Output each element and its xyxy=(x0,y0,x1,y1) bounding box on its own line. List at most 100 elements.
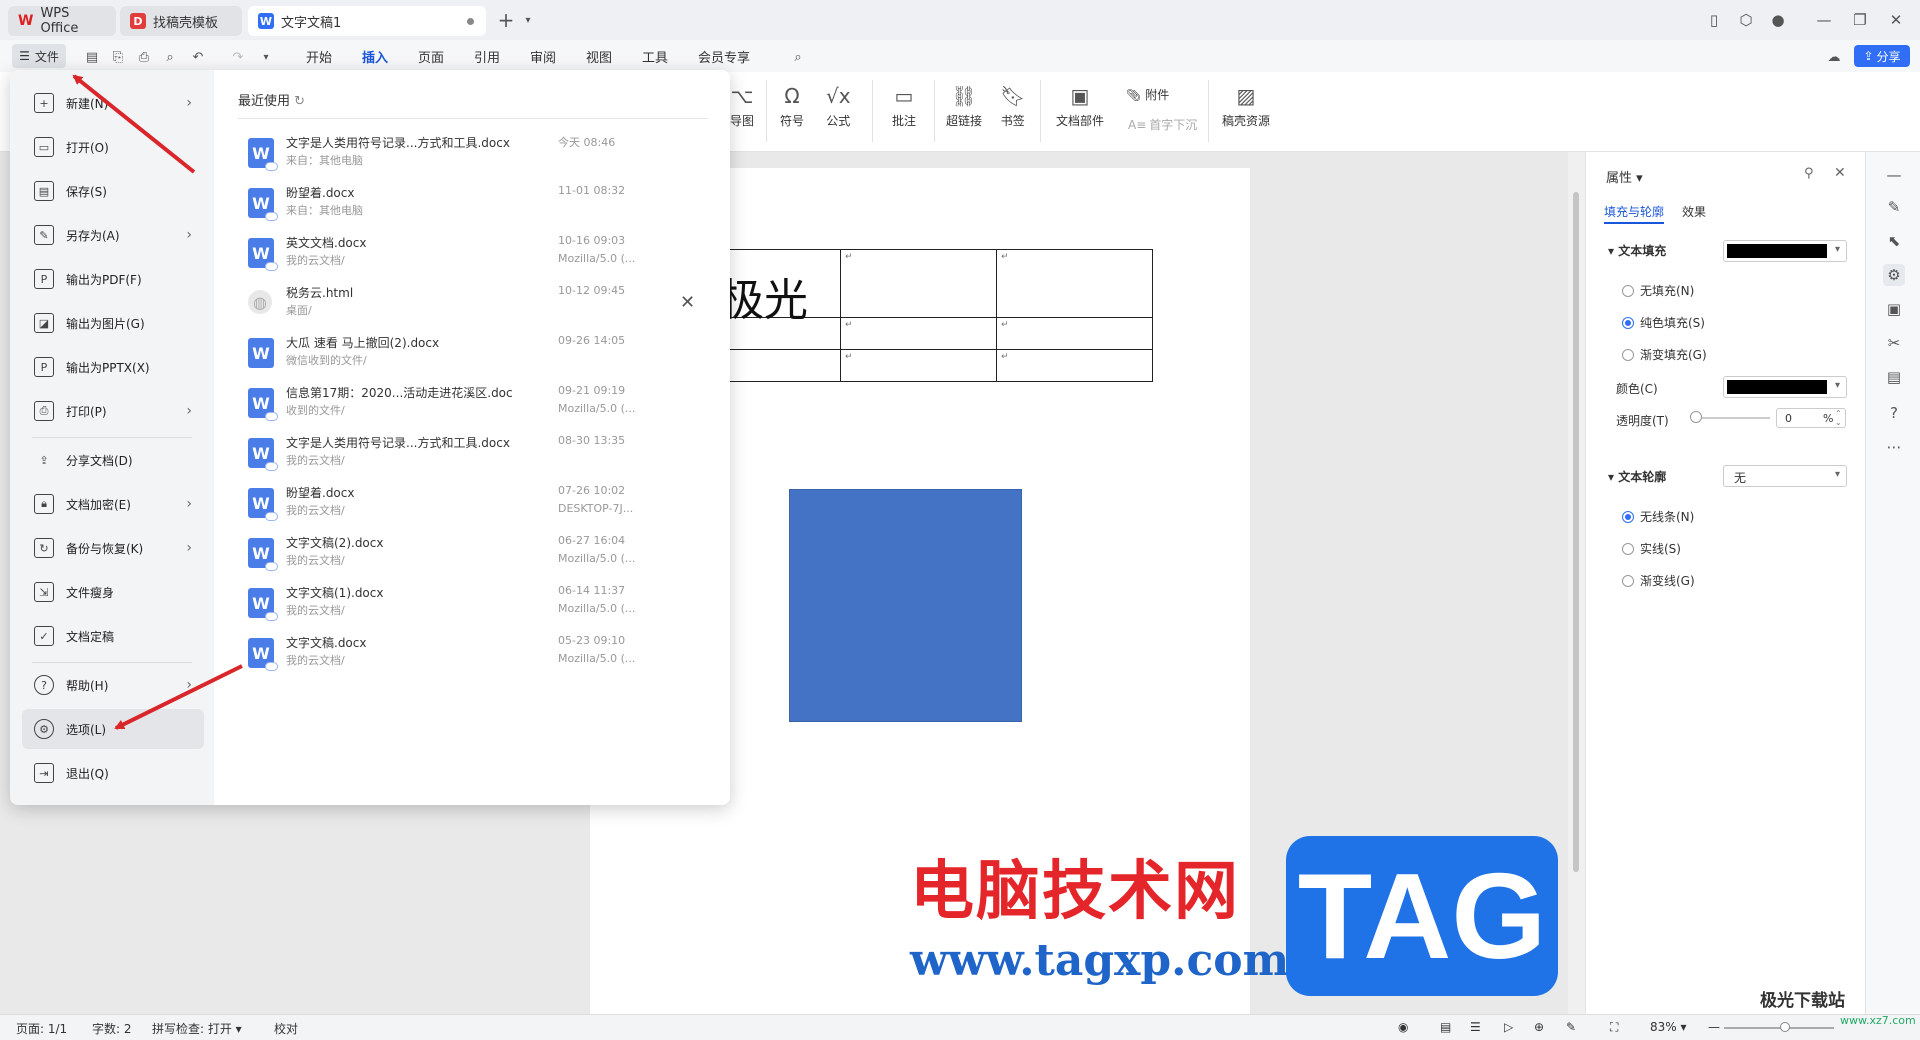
tools-icon[interactable]: ✂ xyxy=(1883,332,1905,354)
tab-home[interactable]: 开始 xyxy=(306,47,332,66)
stepper-icon[interactable]: ⌃ ⌄ xyxy=(1835,409,1842,427)
pen-icon[interactable]: ✎ xyxy=(1883,196,1905,218)
menu-item-new[interactable]: + 新建(N) › xyxy=(22,83,204,123)
dropcap-button[interactable]: A≡ 首字下沉 xyxy=(1128,116,1197,133)
pin-icon[interactable]: ⚲ xyxy=(1804,166,1814,181)
menu-item-backup[interactable]: ↻ 备份与恢复(K) › xyxy=(22,528,204,568)
menu-item-print[interactable]: ⎙ 打印(P) › xyxy=(22,391,204,431)
more-chevron-icon[interactable]: ▾ xyxy=(258,49,274,65)
zoom-level[interactable]: 83% ▾ xyxy=(1650,1020,1687,1034)
bookmark-button[interactable]: 🔖︎ 书签 xyxy=(1000,84,1025,129)
doc-parts-button[interactable]: ▣ 文档部件 xyxy=(1056,84,1104,129)
undo-icon[interactable]: ↶ xyxy=(190,49,206,65)
menu-item-encrypt[interactable]: 🔒︎ 文档加密(E) › xyxy=(22,484,204,524)
menu-item-save[interactable]: ▤ 保存(S) xyxy=(22,171,204,211)
fill-color-select[interactable]: ▾ xyxy=(1723,240,1847,262)
recent-file-item[interactable]: W 大瓜 速看 马上撤回(2).docx 微信收到的文件/09-26 14:05 xyxy=(248,334,668,384)
tab-insert[interactable]: 插入 xyxy=(362,47,388,72)
recent-file-item[interactable]: W 文字文稿.docx 我的云文档/05-23 09:10 Mozilla/5.0 (… xyxy=(248,634,668,684)
tab-fill-outline[interactable]: 填充与轮廓 xyxy=(1604,203,1665,224)
tab-membership[interactable]: 会员专享 xyxy=(698,47,750,66)
outline-view-icon[interactable]: ☰ xyxy=(1470,1020,1481,1034)
document-text[interactable]: 极光 xyxy=(720,264,808,328)
radio-gradient-line[interactable]: 渐变线(G) xyxy=(1622,572,1695,589)
transparency-input[interactable]: 0 % ⌃ ⌄ xyxy=(1776,408,1846,428)
menu-item-export-pdf[interactable]: P 输出为PDF(F) xyxy=(22,259,204,299)
word-count[interactable]: 字数: 2 xyxy=(92,1020,132,1037)
blue-rectangle-shape[interactable] xyxy=(789,489,1022,722)
menu-item-save-as[interactable]: ✎ 另存为(A) › xyxy=(22,215,204,255)
symbol-button[interactable]: Ω 符号 xyxy=(780,84,804,129)
zoom-slider-knob[interactable] xyxy=(1780,1022,1790,1032)
search-icon[interactable]: ⌕ xyxy=(790,49,806,65)
tab-review[interactable]: 审阅 xyxy=(530,47,556,66)
zoom-slider[interactable] xyxy=(1724,1027,1834,1029)
properties-icon[interactable]: ⚙ xyxy=(1883,264,1905,286)
tab-tools[interactable]: 工具 xyxy=(642,47,668,66)
comment-button[interactable]: ▭ 批注 xyxy=(892,84,916,129)
tab-effects[interactable]: 效果 xyxy=(1682,203,1706,220)
radio-no-line[interactable]: 无线条(N) xyxy=(1622,508,1694,525)
table-cell[interactable]: ↵ xyxy=(996,317,1153,350)
menu-item-export-image[interactable]: ◪ 输出为图片(G) xyxy=(22,303,204,343)
save-icon[interactable]: ▤ xyxy=(84,49,100,65)
menu-item-open[interactable]: ▭ 打开(O) xyxy=(22,127,204,167)
book-icon[interactable]: ▤ xyxy=(1883,366,1905,388)
redo-icon[interactable]: ↷ xyxy=(230,49,246,65)
minimize-icon[interactable]: — xyxy=(1814,10,1834,30)
collapse-icon[interactable]: — xyxy=(1883,164,1905,186)
recent-file-item[interactable]: W 信息第17期：2020...活动走进花溪区.doc 收到的文件/09-21 09… xyxy=(248,384,668,434)
vertical-scrollbar[interactable] xyxy=(1568,152,1585,1014)
recent-file-item[interactable]: W 文字是人类用符号记录...方式和工具.docx 我的云文档/08-30 13:3… xyxy=(248,434,668,484)
spell-check[interactable]: 拼写检查: 打开 ▾ xyxy=(152,1020,242,1037)
text-outline-section[interactable]: ▾ 文本轮廓 xyxy=(1608,468,1666,485)
play-icon[interactable]: ▷ xyxy=(1504,1020,1513,1034)
more-icon[interactable]: ⋯ xyxy=(1883,436,1905,458)
menu-item-finalize[interactable]: ✓ 文档定稿 xyxy=(22,616,204,656)
menu-item-help[interactable]: ? 帮助(H) › xyxy=(22,665,204,705)
menu-item-options[interactable]: ⚙ 选项(L) xyxy=(22,709,204,749)
scrollbar-thumb[interactable] xyxy=(1573,192,1579,872)
recent-file-item[interactable]: ◍ 税务云.html 桌面/10-12 09:45 xyxy=(248,284,668,334)
new-tab-icon[interactable]: + xyxy=(496,8,516,32)
table-cell[interactable]: ↵ xyxy=(996,349,1153,382)
table-cell[interactable]: ↵ xyxy=(840,317,997,350)
avatar[interactable]: ● xyxy=(1768,10,1788,30)
page-view-icon[interactable]: ▤ xyxy=(1440,1020,1451,1034)
recent-file-item[interactable]: W 盼望着.docx 来自：其他电脑 11-01 08:32 xyxy=(248,184,668,234)
table-cell[interactable]: ↵ xyxy=(996,249,1153,318)
hyperlink-button[interactable]: ⛓ 超链接 xyxy=(946,84,982,129)
restore-icon[interactable]: ❐ xyxy=(1850,10,1870,30)
image-edit-icon[interactable]: ▣ xyxy=(1883,298,1905,320)
recent-file-item[interactable]: W 文字文稿(2).docx 我的云文档/06-27 16:04 Mozilla/5.… xyxy=(248,534,668,584)
recent-file-item[interactable]: W 盼望着.docx 我的云文档/07-26 10:02 DESKTOP-7J... xyxy=(248,484,668,534)
pen-mode-icon[interactable]: ✎ xyxy=(1566,1020,1576,1034)
export-icon[interactable]: ⎘ xyxy=(110,49,126,65)
cube-icon[interactable]: ⬡ xyxy=(1736,10,1756,30)
chevron-down-icon[interactable]: ▾ xyxy=(518,10,538,30)
outline-select[interactable]: 无 ▾ xyxy=(1723,465,1847,487)
select-pointer-icon[interactable]: ⬉ xyxy=(1883,230,1905,252)
tab-template[interactable]: D 找稿壳模板 xyxy=(120,6,242,36)
web-view-icon[interactable]: ⊕ xyxy=(1534,1020,1544,1034)
menu-item-slim[interactable]: ⇲ 文件瘦身 xyxy=(22,572,204,612)
zoom-out-icon[interactable]: — xyxy=(1708,1020,1720,1034)
table-cell[interactable]: ↵ xyxy=(840,349,997,382)
recent-file-item[interactable]: W 文字文稿(1).docx 我的云文档/06-14 11:37 Mozilla/5.… xyxy=(248,584,668,634)
panel-title[interactable]: 属性 ▾ xyxy=(1606,167,1643,186)
file-menu-button[interactable]: ☰ 文件 xyxy=(12,44,66,68)
layout-icon[interactable]: ▯ xyxy=(1704,10,1724,30)
fit-page-icon[interactable]: ⛶ xyxy=(1610,1020,1618,1035)
slider-knob[interactable] xyxy=(1690,411,1702,423)
radio-solid-line[interactable]: 实线(S) xyxy=(1622,540,1681,557)
formula-button[interactable]: √x 公式 xyxy=(826,84,851,129)
recent-file-item[interactable]: W 英文文档.docx 我的云文档/10-16 09:03 Mozilla/5.0 (… xyxy=(248,234,668,284)
tab-document[interactable]: W 文字文稿1 xyxy=(248,6,486,36)
tab-references[interactable]: 引用 xyxy=(474,47,500,66)
menu-item-export-pptx[interactable]: P 输出为PPTX(X) xyxy=(22,347,204,387)
close-icon[interactable]: ✕ xyxy=(680,292,695,313)
tab-page[interactable]: 页面 xyxy=(418,47,444,66)
resources-button[interactable]: ▨ 稿壳资源 xyxy=(1222,84,1270,129)
recent-file-item[interactable]: W 文字是人类用符号记录...方式和工具.docx 来自：其他电脑 今天 08:46 xyxy=(248,134,668,184)
preview-icon[interactable]: ⌕ xyxy=(162,49,178,65)
